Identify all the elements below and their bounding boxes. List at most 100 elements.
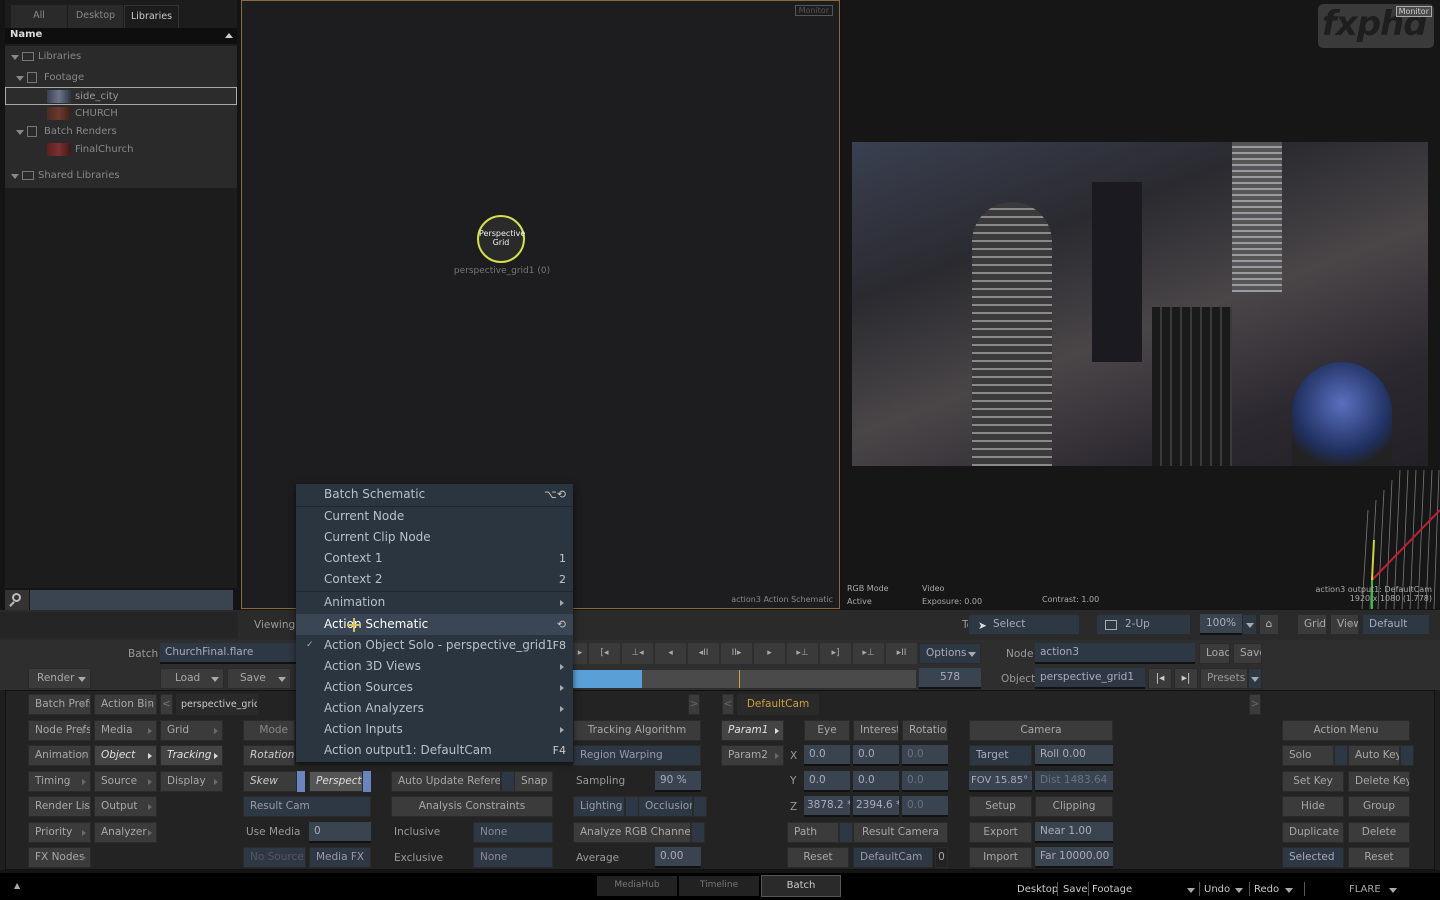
menu-item-action-analyzers[interactable]: Action Analyzers xyxy=(296,698,573,719)
target-button[interactable]: Target xyxy=(969,745,1032,766)
duplicate-button[interactable]: Duplicate xyxy=(1282,822,1344,843)
timing-button[interactable]: Timing xyxy=(28,771,91,792)
menu-item-action-object-solo[interactable]: ✓ Action Object Solo - perspective_grid1 F… xyxy=(296,635,573,656)
select-tool-button[interactable]: ➤ Select xyxy=(968,614,1080,635)
use-media-field[interactable]: 0 xyxy=(309,822,371,843)
tree-item-batch-renders[interactable]: Batch Renders xyxy=(5,123,237,141)
clipping-button[interactable]: Clipping xyxy=(1035,796,1113,817)
skew-mode-button[interactable]: Skew xyxy=(243,771,297,792)
result-camera-button[interactable]: Result Camera xyxy=(853,822,948,843)
display-button[interactable]: Display xyxy=(160,771,223,792)
occlusions-button[interactable]: Occlusions xyxy=(638,796,693,817)
next-keyframe-button[interactable]: ▸⊥ xyxy=(787,643,818,664)
eye-z-field[interactable]: 3878.2 * xyxy=(804,796,850,817)
node-save-button[interactable]: Save xyxy=(1233,643,1262,664)
fov-field[interactable]: FOV 15.85° * xyxy=(969,771,1032,792)
camera-back-button[interactable]: < xyxy=(722,694,734,715)
menu-item-action-schematic[interactable]: Action Schematic ⟲ xyxy=(296,614,573,635)
home-button[interactable]: ⌂ xyxy=(1259,614,1279,635)
reset-button[interactable]: Reset xyxy=(1348,847,1410,868)
expand-icon[interactable] xyxy=(11,174,19,179)
region-warping-button[interactable]: Region Warping xyxy=(573,745,701,766)
undo-button[interactable]: Undo xyxy=(1204,884,1230,895)
desktop-button[interactable]: Desktop xyxy=(1017,884,1058,895)
output-button[interactable]: Output xyxy=(94,796,157,817)
auto-update-toggle[interactable] xyxy=(501,771,515,792)
set-key-button[interactable]: ▸⊥ xyxy=(853,643,884,664)
tab-all[interactable]: All xyxy=(11,5,67,28)
search-button[interactable] xyxy=(5,590,29,611)
grid-button[interactable]: Grid xyxy=(160,720,223,741)
path-button[interactable]: Path xyxy=(787,822,839,843)
redo-button[interactable]: Redo xyxy=(1254,884,1279,895)
load-button[interactable]: Load xyxy=(160,668,224,689)
tree-item-church[interactable]: CHURCH xyxy=(5,105,237,123)
reset-camera-button[interactable]: Reset xyxy=(787,847,849,868)
no-source-button[interactable]: No Source xyxy=(243,847,306,868)
delete-button[interactable]: Delete xyxy=(1348,822,1410,843)
solo-toggle[interactable] xyxy=(1334,745,1348,766)
zoom-field[interactable]: 100% xyxy=(1200,614,1242,635)
panel-forward-button[interactable]: > xyxy=(688,694,700,715)
save-desktop-button[interactable]: Save xyxy=(1063,884,1088,895)
node-load-button[interactable]: Load xyxy=(1199,643,1230,664)
auto-update-reference-button[interactable]: Auto Update Reference xyxy=(391,771,501,792)
sampling-field[interactable]: 90 % xyxy=(655,771,701,792)
tree-item-finalchurch[interactable]: FinalChurch xyxy=(5,141,237,159)
action-forward-button[interactable]: > xyxy=(1249,694,1261,715)
menu-item-action-inputs[interactable]: Action Inputs xyxy=(296,719,573,740)
occlusions-toggle[interactable] xyxy=(693,796,707,817)
menu-item-action-sources[interactable]: Action Sources xyxy=(296,677,573,698)
solo-button[interactable]: Solo xyxy=(1282,745,1334,766)
menu-item-context-2[interactable]: Context 22 xyxy=(296,569,573,590)
exclusive-select[interactable]: None xyxy=(473,847,553,868)
rotation-x-field[interactable]: 0.0 xyxy=(902,745,948,766)
options-menu[interactable]: Options xyxy=(919,643,981,664)
menu-item-context-1[interactable]: Context 11 xyxy=(296,548,573,569)
column-header[interactable]: Name xyxy=(5,28,237,44)
view-menu[interactable]: View xyxy=(1330,614,1359,635)
export-button[interactable]: Export xyxy=(969,822,1032,843)
camera-select[interactable]: DefaultCam xyxy=(853,847,933,868)
layout-2up-button[interactable]: 2-Up xyxy=(1096,614,1191,635)
expand-panel-icon[interactable]: ▲ xyxy=(14,881,20,890)
node-prefs-button[interactable]: Node Prefs xyxy=(28,720,91,741)
go-to-start-button[interactable]: [◂ xyxy=(589,643,620,664)
media-button[interactable]: Media xyxy=(94,720,157,741)
batch-prefs-button[interactable]: Batch Prefs xyxy=(28,694,91,715)
menu-item-action-output1[interactable]: Action output1: DefaultCam F4 xyxy=(296,740,573,761)
lighting-toggle[interactable] xyxy=(625,796,639,817)
rotation-z-field[interactable]: 0.0 xyxy=(902,796,948,817)
stop-button[interactable]: ▸II xyxy=(886,643,917,664)
path-toggle[interactable] xyxy=(839,822,853,843)
menu-item-animation[interactable]: Animation xyxy=(296,592,573,613)
presets-dropdown[interactable] xyxy=(1248,668,1262,689)
auto-key-button[interactable]: Auto Key xyxy=(1348,745,1400,766)
animation-button[interactable]: Animation xyxy=(28,745,91,766)
tracking-button[interactable]: Tracking xyxy=(160,745,223,766)
zoom-dropdown[interactable] xyxy=(1242,614,1257,635)
group-button[interactable]: Group xyxy=(1348,796,1410,817)
expand-icon[interactable] xyxy=(16,76,24,81)
tree-item-side-city[interactable]: side_city xyxy=(5,87,237,105)
source-button[interactable]: Source xyxy=(94,771,157,792)
frame-field[interactable]: 578 xyxy=(919,668,981,689)
perspective-grid-node[interactable]: Perspective Grid xyxy=(477,215,525,263)
set-key-button[interactable]: Set Key xyxy=(1282,771,1344,792)
timeline-scrubber[interactable] xyxy=(573,670,916,688)
analysis-constraints-button[interactable]: Analysis Constraints xyxy=(391,796,553,817)
camera-index-field[interactable]: 0 xyxy=(935,847,948,868)
render-list-button[interactable]: Render List xyxy=(28,796,91,817)
prev-frame-button[interactable]: ◂ xyxy=(655,643,686,664)
tracking-algorithm-button[interactable]: Tracking Algorithm xyxy=(573,720,701,741)
play-reverse-button[interactable]: ◂II xyxy=(688,643,719,664)
nav-back-button[interactable]: < xyxy=(160,694,173,715)
tree-item-footage[interactable]: Footage xyxy=(5,69,237,87)
perspective-toggle[interactable] xyxy=(363,771,371,792)
media-fx-button[interactable]: Media FX xyxy=(309,847,371,868)
app-name[interactable]: FLARE xyxy=(1349,884,1381,895)
param1-button[interactable]: Param1 xyxy=(721,720,784,741)
dist-field[interactable]: Dist 1483.64 xyxy=(1035,771,1113,792)
camera-name-field[interactable]: DefaultCam xyxy=(737,694,819,715)
menu-item-current-clip-node[interactable]: Current Clip Node xyxy=(296,527,573,548)
